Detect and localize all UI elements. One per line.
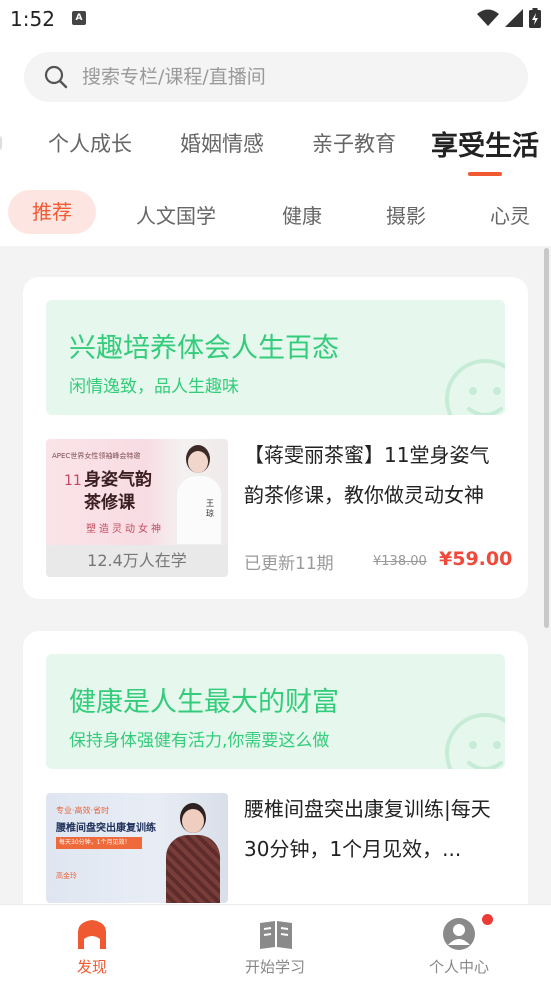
instructor-name: 高金玲 bbox=[56, 872, 77, 880]
search-bar[interactable] bbox=[24, 52, 528, 102]
tab-marriage[interactable]: 婚姻情感 bbox=[180, 128, 264, 158]
battery-icon bbox=[529, 8, 541, 28]
nav-start-learning[interactable]: 开始学习 bbox=[205, 905, 345, 981]
learner-count: 12.4万人在学 bbox=[46, 545, 228, 577]
thumbnail-subtitle: 每天30分钟，1个月见效！ bbox=[56, 837, 142, 849]
update-count: 已更新11期 bbox=[244, 554, 334, 574]
course-title[interactable]: 【蒋雯丽茶蜜】11堂身姿气韵茶修课，教你做灵动女神 bbox=[244, 435, 506, 515]
scrollbar[interactable] bbox=[544, 248, 549, 628]
book-icon bbox=[260, 921, 292, 949]
previous-category-edge[interactable] bbox=[0, 136, 2, 150]
active-tab-indicator bbox=[468, 172, 502, 176]
signal-icon bbox=[505, 9, 523, 27]
bottom-navigation: 发现 开始学习 个人中心 bbox=[0, 904, 551, 981]
subtab-recommended[interactable]: 推荐 bbox=[8, 190, 96, 234]
banner-title: 健康是人生最大的财富 bbox=[69, 687, 339, 718]
thumbnail-subtitle: 塑造灵动女神 bbox=[86, 524, 164, 535]
thumbnail-header: 专业·高效·省时 bbox=[56, 806, 110, 815]
tab-parenting[interactable]: 亲子教育 bbox=[312, 128, 396, 158]
section-card: 健康是人生最大的财富 保持身体强健有活力,你需要这么做 专业·高效·省时 腰椎间… bbox=[23, 631, 528, 921]
banner-title: 兴趣培养体会人生百态 bbox=[69, 333, 339, 364]
search-input[interactable] bbox=[82, 52, 502, 102]
nav-profile[interactable]: 个人中心 bbox=[389, 905, 529, 981]
sale-price: ¥59.00 bbox=[439, 548, 513, 570]
section-banner[interactable]: 兴趣培养体会人生百态 闲情逸致，品人生趣味 bbox=[46, 300, 505, 415]
banner-subtitle: 保持身体强健有活力,你需要这么做 bbox=[69, 731, 330, 751]
nav-label: 个人中心 bbox=[428, 958, 489, 976]
section-card: 兴趣培养体会人生百态 闲情逸致，品人生趣味 APEC世界女性领袖峰会特邀 11 … bbox=[23, 277, 528, 599]
search-icon bbox=[44, 65, 68, 89]
profile-icon bbox=[443, 918, 475, 950]
subtab-photography[interactable]: 摄影 bbox=[386, 200, 426, 229]
thumbnail-header: APEC世界女性领袖峰会特邀 bbox=[52, 452, 141, 460]
thumbnail-image: APEC世界女性领袖峰会特邀 11 身姿气韵茶修课 塑造灵动女神 王琼 bbox=[46, 439, 228, 545]
tab-enjoy-life[interactable]: 享受生活 bbox=[431, 124, 539, 163]
banner-subtitle: 闲情逸致，品人生趣味 bbox=[69, 377, 239, 397]
thumbnail-number: 11 bbox=[64, 473, 82, 489]
section-banner[interactable]: 健康是人生最大的财富 保持身体强健有活力,你需要这么做 bbox=[46, 654, 505, 769]
instructor-name: 王琼 bbox=[206, 499, 214, 518]
status-bar: 1:52 A bbox=[0, 0, 551, 38]
nav-label: 发现 bbox=[76, 958, 107, 976]
wifi-icon bbox=[477, 9, 499, 26]
course-thumbnail[interactable]: 专业·高效·省时 腰椎间盘突出康复训练 每天30分钟，1个月见效！ 高金玲 bbox=[46, 793, 228, 903]
original-price: ¥138.00 bbox=[373, 554, 427, 569]
header-area: 1:52 A 个人成长 婚姻情感 亲子教育 享受生活 推荐 人文国学 健康 摄影… bbox=[0, 0, 551, 246]
subtab-health[interactable]: 健康 bbox=[282, 200, 322, 229]
notification-dot bbox=[482, 914, 493, 925]
course-thumbnail[interactable]: APEC世界女性领袖峰会特邀 11 身姿气韵茶修课 塑造灵动女神 王琼 12.4… bbox=[46, 439, 228, 577]
status-icons bbox=[477, 8, 541, 28]
subtab-humanities[interactable]: 人文国学 bbox=[136, 200, 216, 229]
thumbnail-main: 身姿气韵茶修课 bbox=[84, 470, 152, 513]
status-time: 1:52 bbox=[10, 7, 55, 31]
nav-label: 开始学习 bbox=[244, 958, 305, 976]
nav-discover[interactable]: 发现 bbox=[22, 905, 162, 981]
instructor-photo bbox=[162, 799, 222, 903]
course-title[interactable]: 腰椎间盘突出康复训练|每天30分钟，1个月见效，... bbox=[244, 789, 506, 869]
subtab-mind[interactable]: 心灵 bbox=[490, 200, 530, 229]
instructor-photo bbox=[174, 443, 224, 545]
smile-icon bbox=[445, 713, 505, 769]
tab-personal-growth[interactable]: 个人成长 bbox=[48, 128, 132, 158]
thumbnail-main: 腰椎间盘突出康复训练 bbox=[56, 823, 156, 834]
smile-icon bbox=[445, 359, 505, 415]
discover-icon bbox=[78, 920, 106, 949]
notification-icon: A bbox=[72, 11, 86, 25]
